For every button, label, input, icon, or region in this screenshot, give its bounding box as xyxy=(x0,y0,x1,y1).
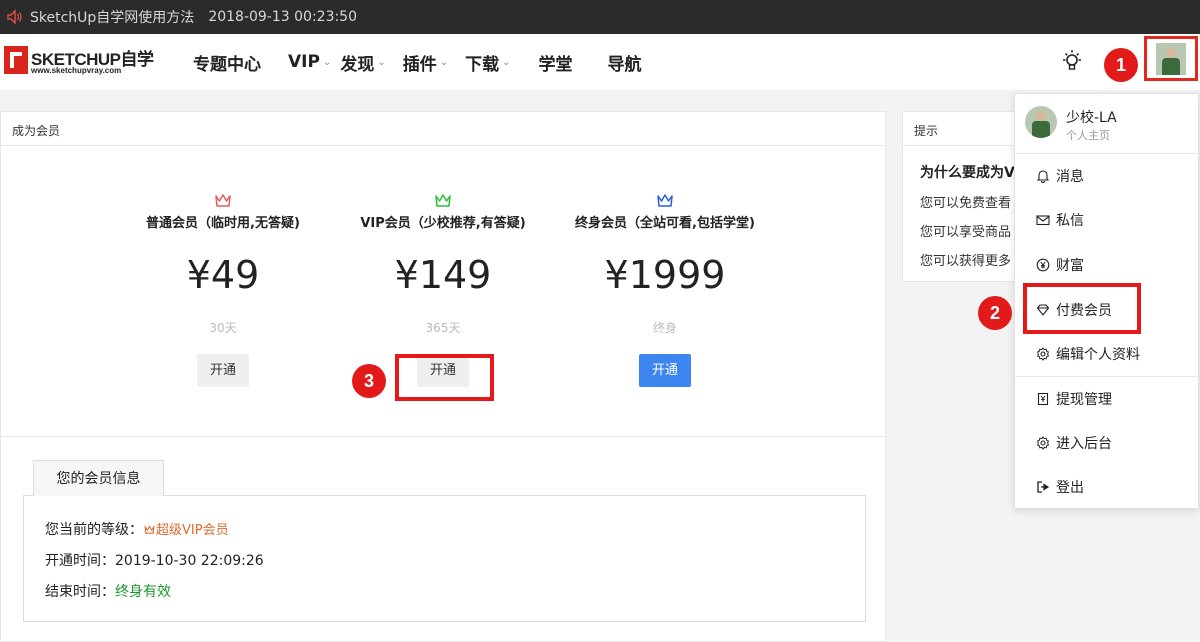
plan-card-basic: 普通会员（临时用,无答疑) ¥49 30天 开通 xyxy=(113,191,333,387)
nav-item-label: 专题中心 xyxy=(193,54,261,75)
avatar xyxy=(1156,42,1186,75)
bell-icon xyxy=(1036,170,1050,183)
activate-button[interactable]: 开通 xyxy=(638,354,691,387)
membership-panel: 成为会员 普通会员（临时用,无答疑) ¥49 30天 开通 VIP会员（少校推荐… xyxy=(0,111,886,642)
menu-item-logout[interactable]: 登出 xyxy=(1015,465,1198,509)
nav-item-plugins[interactable]: 插件 ⌄ xyxy=(403,50,448,75)
tab-member-info[interactable]: 您的会员信息 xyxy=(33,460,164,496)
member-level-badge: 超级VIP会员 xyxy=(143,523,229,538)
crown-icon xyxy=(144,525,155,534)
avatar xyxy=(1025,106,1057,138)
window-title-bar: SketchUp自学网使用方法 2018-09-13 00:23:50 xyxy=(0,0,1200,34)
logout-icon xyxy=(1037,481,1050,493)
chevron-down-icon: ⌄ xyxy=(502,56,511,68)
menu-item-edit-profile[interactable]: 编辑个人资料 xyxy=(1015,332,1198,376)
member-end-label: 结束时间： xyxy=(45,584,115,600)
activate-button[interactable]: 开通 xyxy=(196,354,249,387)
plan-name: VIP会员（少校推荐,有答疑) xyxy=(360,216,526,231)
nav-item-label: 插件 xyxy=(402,54,437,75)
menu-item-withdraw[interactable]: 提现管理 xyxy=(1015,377,1198,421)
mail-icon xyxy=(1036,215,1050,226)
logo-url-text: www.sketchupvray.com xyxy=(31,66,122,75)
lightbulb-icon[interactable] xyxy=(1060,48,1084,74)
dropdown-user-header[interactable]: 少校-LA 个人主页 xyxy=(1015,94,1198,154)
plan-name: 终身会员（全站可看,包括学堂) xyxy=(575,216,755,231)
user-homepage-link[interactable]: 个人主页 xyxy=(1066,127,1110,143)
member-start-label: 开通时间： xyxy=(45,553,115,569)
nav-item-download[interactable]: 下载 ⌄ xyxy=(465,50,510,75)
plan-period: 终身 xyxy=(652,321,677,335)
menu-item-label: 私信 xyxy=(1056,213,1084,229)
crown-icon xyxy=(657,194,673,207)
highlight-box-step3 xyxy=(395,354,494,401)
menu-item-label: 消息 xyxy=(1056,169,1084,185)
chevron-down-icon: ⌄ xyxy=(377,56,386,68)
nav-item-label: 下载 xyxy=(465,54,500,75)
menu-item-wealth[interactable]: 财富 xyxy=(1015,243,1198,287)
plan-price: ¥1999 xyxy=(604,253,726,297)
step-badge-3: 3 xyxy=(352,364,386,398)
withdraw-icon xyxy=(1037,392,1049,406)
menu-item-label: 编辑个人资料 xyxy=(1056,347,1140,363)
nav-item-navigation[interactable]: 导航 xyxy=(608,50,642,75)
menu-item-messages[interactable]: 消息 xyxy=(1015,154,1198,198)
plan-card-lifetime: 终身会员（全站可看,包括学堂) ¥1999 终身 开通 xyxy=(555,191,775,387)
nav-item-topics[interactable]: 专题中心 xyxy=(193,50,261,75)
window-timestamp: 2018-09-13 00:23:50 xyxy=(208,9,358,25)
main-nav: 专题中心 VIP ⌄ 发现 ⌄ 插件 ⌄ 下载 ⌄ 学堂 导航 xyxy=(193,34,642,90)
plan-price: ¥149 xyxy=(394,253,492,297)
highlight-box-step2 xyxy=(1023,283,1141,334)
gear-icon xyxy=(1036,347,1050,361)
plan-period: 365天 xyxy=(425,321,461,335)
speaker-icon xyxy=(7,9,22,25)
menu-item-label: 进入后台 xyxy=(1056,436,1112,452)
nav-item-label: VIP xyxy=(288,52,320,72)
chevron-down-icon: ⌄ xyxy=(322,56,332,68)
member-level-row: 您当前的等级： 超级VIP会员 xyxy=(45,519,229,539)
plan-name: 普通会员（临时用,无答疑) xyxy=(146,216,300,231)
step-badge-1: 1 xyxy=(1104,48,1138,82)
member-end-row: 结束时间：终身有效 xyxy=(45,581,171,601)
nav-item-label: 学堂 xyxy=(538,54,573,75)
step-badge-2: 2 xyxy=(978,296,1012,330)
member-level-value: 超级VIP会员 xyxy=(156,523,229,538)
panel-title: 成为会员 xyxy=(1,112,885,146)
crown-icon xyxy=(435,194,451,207)
plan-price: ¥49 xyxy=(186,253,260,297)
menu-item-label: 登出 xyxy=(1056,480,1084,496)
user-avatar-button[interactable] xyxy=(1144,36,1198,81)
user-name: 少校-LA xyxy=(1066,110,1117,126)
chevron-down-icon: ⌄ xyxy=(439,56,449,68)
window-title: SketchUp自学网使用方法 xyxy=(30,10,195,26)
site-logo[interactable]: SKETCHUP自学 www.sketchupvray.com xyxy=(4,44,154,78)
crown-icon xyxy=(215,194,231,207)
nav-item-label: 发现 xyxy=(340,54,375,75)
nav-item-label: 导航 xyxy=(607,54,642,75)
plan-list: 普通会员（临时用,无答疑) ¥49 30天 开通 VIP会员（少校推荐,有答疑)… xyxy=(1,146,885,437)
member-end-value: 终身有效 xyxy=(115,584,171,600)
member-start-value: 2019-10-30 22:09:26 xyxy=(115,553,264,569)
nav-item-discover[interactable]: 发现 ⌄ xyxy=(340,50,385,75)
logo-mark-icon xyxy=(4,46,28,74)
menu-item-private-message[interactable]: 私信 xyxy=(1015,198,1198,242)
menu-item-label: 财富 xyxy=(1056,258,1084,274)
member-start-row: 开通时间：2019-10-30 22:09:26 xyxy=(45,550,264,570)
yen-coin-icon xyxy=(1036,258,1050,272)
nav-item-academy[interactable]: 学堂 xyxy=(539,50,573,75)
member-level-label: 您当前的等级： xyxy=(45,522,143,538)
menu-item-admin[interactable]: 进入后台 xyxy=(1015,421,1198,465)
menu-item-label: 提现管理 xyxy=(1056,392,1112,408)
plan-period: 30天 xyxy=(209,321,237,335)
gear-icon xyxy=(1036,436,1050,450)
nav-item-vip[interactable]: VIP ⌄ xyxy=(288,52,331,72)
user-dropdown-menu: 少校-LA 个人主页 消息 私信 财富 付费会员 编辑个人资料 提现管理 进入后… xyxy=(1014,93,1199,509)
site-header: SKETCHUP自学 www.sketchupvray.com 专题中心 VIP… xyxy=(0,34,1200,90)
member-info-box: 您当前的等级： 超级VIP会员 开通时间：2019-10-30 22:09:26 … xyxy=(23,495,866,622)
